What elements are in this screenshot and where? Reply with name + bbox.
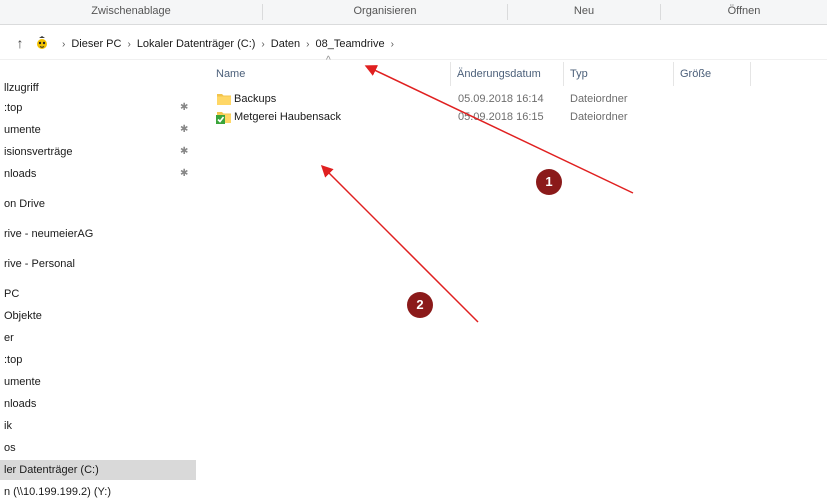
file-name: Metgerei Haubensack (234, 111, 342, 123)
sidebar-item-documents[interactable]: umente ✱ (0, 120, 196, 140)
ribbon-group-open[interactable]: Öffnen (661, 0, 827, 24)
column-header-type[interactable]: Typ (570, 64, 670, 84)
address-bar[interactable]: ↑ › Dieser PC › Lokaler Datenträger (C:)… (0, 30, 827, 58)
pin-icon[interactable]: ✱ (180, 98, 188, 118)
sidebar-item-local-disk[interactable]: ler Datenträger (C:) (0, 460, 196, 480)
annotation-arrow-1 (364, 65, 634, 194)
up-arrow-icon[interactable]: ↑ (12, 35, 28, 51)
column-separator[interactable] (450, 62, 451, 86)
chevron-right-icon[interactable]: › (62, 39, 65, 50)
sidebar-item-music[interactable]: ik (0, 416, 196, 436)
sidebar-item-documents-pc[interactable]: umente (0, 372, 196, 392)
pin-icon[interactable]: ✱ (180, 164, 188, 184)
column-separator[interactable] (563, 62, 564, 86)
ribbon-group-clipboard[interactable]: Zwischenablage (0, 0, 262, 24)
divider (0, 59, 827, 60)
column-header-size[interactable]: Größe (680, 64, 750, 84)
sidebar-item-onedrive[interactable]: on Drive (0, 194, 196, 214)
chevron-right-icon[interactable]: › (127, 39, 130, 50)
column-header-date[interactable]: Änderungsdatum (457, 64, 557, 84)
folder-icon (217, 94, 231, 105)
sidebar-item-downloads-pc[interactable]: nloads (0, 394, 196, 414)
breadcrumb-local-disk[interactable]: Lokaler Datenträger (C:) (137, 38, 256, 50)
sidebar-item-pictures[interactable]: er (0, 328, 196, 348)
column-separator[interactable] (673, 62, 674, 86)
file-name: Backups (234, 93, 277, 105)
annotation-marker-1: 1 (536, 169, 562, 195)
sidebar-item-videos[interactable]: os (0, 438, 196, 458)
sidebar-item-onedrive-personal[interactable]: rive - Personal (0, 254, 196, 274)
file-date: 05.09.2018 16:14 (458, 93, 544, 105)
column-separator[interactable] (750, 62, 751, 86)
sidebar-item-onedrive-neumeier[interactable]: rive - neumeierAG (0, 224, 196, 244)
breadcrumb-this-pc[interactable]: Dieser PC (71, 38, 121, 50)
file-row[interactable]: Metgerei Haubensack 05.09.2018 16:15 Dat… (210, 108, 810, 126)
sidebar-item-quick-access[interactable]: llzugriff (0, 78, 196, 98)
file-type: Dateiordner (570, 93, 628, 105)
column-header-name[interactable]: Name (216, 64, 446, 84)
ribbon-group-organize[interactable]: Organisieren (263, 0, 507, 24)
pin-icon[interactable]: ✱ (180, 120, 188, 140)
sidebar-item-desktop-pc[interactable]: :top (0, 350, 196, 370)
ribbon-group-bar: Zwischenablage Organisieren Neu Öffnen (0, 0, 827, 25)
breadcrumb: › Dieser PC › Lokaler Datenträger (C:) ›… (56, 36, 400, 52)
sidebar-item-desktop[interactable]: :top ✱ (0, 98, 196, 118)
breadcrumb-teamdrive[interactable]: 08_Teamdrive (315, 38, 384, 50)
file-date: 05.09.2018 16:15 (458, 111, 544, 123)
teamdrive-location-icon (37, 36, 47, 49)
chevron-right-icon[interactable]: › (391, 39, 394, 50)
synced-folder-icon (216, 112, 231, 124)
annotation-marker-2: 2 (407, 292, 433, 318)
breadcrumb-daten[interactable]: Daten (271, 38, 300, 50)
file-type: Dateiordner (570, 111, 628, 123)
ribbon-group-new[interactable]: Neu (508, 0, 660, 24)
chevron-right-icon[interactable]: › (306, 39, 309, 50)
sidebar-item-3d-objects[interactable]: Objekte (0, 306, 196, 326)
file-row[interactable]: Backups 05.09.2018 16:14 Dateiordner (210, 90, 810, 108)
sidebar-item-contracts[interactable]: isionsverträge ✱ (0, 142, 196, 162)
chevron-right-icon[interactable]: › (261, 39, 264, 50)
sidebar-item-network-drive[interactable]: n (\\10.199.199.2) (Y:) (0, 482, 196, 501)
sidebar-item-this-pc[interactable]: PC (0, 284, 196, 304)
sidebar-item-downloads[interactable]: nloads ✱ (0, 164, 196, 184)
annotation-arrow-2 (320, 164, 479, 323)
pin-icon[interactable]: ✱ (180, 142, 188, 162)
navigation-pane[interactable]: llzugriff :top ✱ umente ✱ isionsverträge ✱ … (0, 66, 200, 501)
